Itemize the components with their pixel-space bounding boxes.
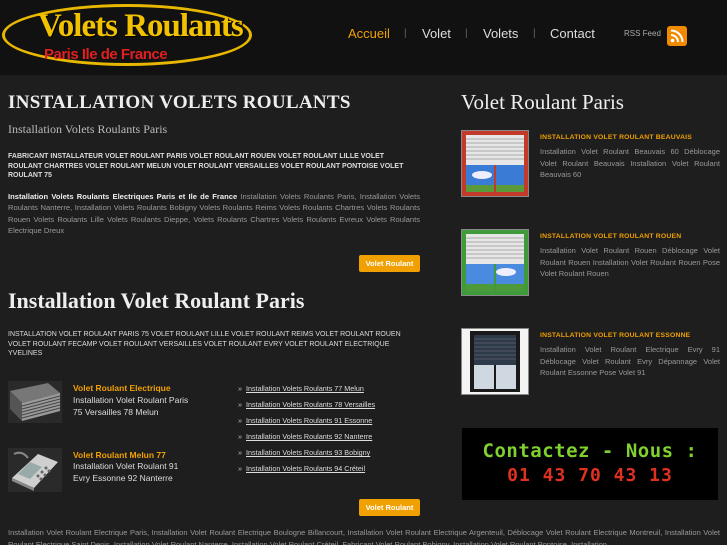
volet-roulant-button[interactable]: Volet Roulant (359, 499, 420, 516)
contact-banner[interactable]: Contactez - Nous : 01 43 70 43 13 (462, 428, 718, 500)
sidebar-item-essonne[interactable]: INSTALLATION VOLET ROULANT ESSONNE Insta… (461, 328, 721, 398)
site-header: Volets Roulants Paris Ile de France Accu… (0, 0, 727, 75)
page-title: INSTALLATION VOLETS ROULANTS (8, 92, 351, 113)
remote-control-image (8, 448, 62, 492)
link-text[interactable]: Installation Volets Roulants 94 Créteil (246, 464, 365, 473)
sidebar-title: Volet Roulant Paris (461, 90, 624, 114)
link-item[interactable]: » Installation Volets Roulants 78 Versail… (238, 400, 375, 409)
link-text[interactable]: Installation Volets Roulants 78 Versaill… (246, 400, 375, 409)
link-text[interactable]: Installation Volets Roulants 92 Nanterre (246, 432, 372, 441)
intro-bold: Installation Volets Roulants Electriques… (8, 192, 238, 201)
link-item[interactable]: » Installation Volets Roulants 91 Essonne (238, 416, 372, 425)
nav-volets[interactable]: Volets (483, 26, 518, 41)
nav-separator: | (404, 28, 407, 39)
sidebar-item-heading[interactable]: INSTALLATION VOLET ROULANT ROUEN (540, 233, 681, 240)
rss-icon[interactable] (667, 26, 687, 46)
contact-phone[interactable]: 01 43 70 43 13 (462, 465, 718, 486)
beauvais-thumbnail[interactable] (461, 130, 529, 197)
bullet-icon: » (238, 416, 242, 425)
sidebar-item-text: Installation Volet Roulant Electrique Ev… (540, 345, 720, 377)
product-title[interactable]: Volet Roulant Melun 77 (73, 450, 166, 460)
link-text[interactable]: Installation Volets Roulants 93 Bobigny (246, 448, 370, 457)
link-text[interactable]: Installation Volets Roulants 77 Melun (246, 384, 364, 393)
product-line: Installation Volet Roulant Paris (73, 395, 189, 405)
product-line: Installation Volet Roulant 91 (73, 461, 179, 471)
sidebar-item-rouen[interactable]: INSTALLATION VOLET ROULANT ROUEN Install… (461, 229, 721, 299)
link-item[interactable]: » Installation Volets Roulants 94 Créteil (238, 464, 365, 473)
sidebar-item-heading[interactable]: INSTALLATION VOLET ROULANT ESSONNE (540, 332, 690, 339)
bullet-icon: » (238, 432, 242, 441)
keywords-block: FABRICANT INSTALLATEUR VOLET ROULANT PAR… (8, 153, 404, 179)
link-item[interactable]: » Installation Volets Roulants 77 Melun (238, 384, 364, 393)
section-keywords: INSTALLATION VOLET ROULANT PARIS 75 VOLE… (8, 331, 401, 357)
link-text[interactable]: Installation Volets Roulants 91 Essonne (246, 416, 372, 425)
nav-separator: | (465, 28, 468, 39)
contact-label: Contactez - Nous : (482, 440, 698, 462)
intro-paragraph: Installation Volets Roulants Electriques… (8, 191, 420, 236)
nav-volet[interactable]: Volet (422, 26, 451, 41)
footer-text: Installation Volet Roulant Electrique Pa… (8, 528, 720, 545)
sidebar-item-heading[interactable]: INSTALLATION VOLET ROULANT BEAUVAIS (540, 134, 692, 141)
rouen-thumbnail[interactable] (461, 229, 529, 296)
bullet-icon: » (238, 384, 242, 393)
rss-feed-link[interactable]: RSS Feed (624, 29, 661, 38)
product-line: Evry Essonne 92 Nanterre (73, 473, 173, 483)
product-line: 75 Versailles 78 Melun (73, 407, 159, 417)
sidebar-item-beauvais[interactable]: INSTALLATION VOLET ROULANT BEAUVAIS Inst… (461, 130, 721, 200)
link-item[interactable]: » Installation Volets Roulants 92 Nanterr… (238, 432, 372, 441)
nav-contact[interactable]: Contact (550, 26, 595, 41)
section-title: Installation Volet Roulant Paris (8, 288, 305, 313)
product-title[interactable]: Volet Roulant Electrique (73, 383, 171, 393)
nav-separator: | (533, 28, 536, 39)
site-logo[interactable]: Volets Roulants Paris Ile de France (2, 4, 252, 66)
bullet-icon: » (238, 464, 242, 473)
sidebar-item-text: Installation Volet Roulant Beauvais 60 D… (540, 147, 720, 179)
sidebar-item-text: Installation Volet Roulant Rouen Débloca… (540, 246, 720, 278)
bullet-icon: » (238, 448, 242, 457)
bullet-icon: » (238, 400, 242, 409)
link-item[interactable]: » Installation Volets Roulants 93 Bobigny (238, 448, 370, 457)
logo-subtitle: Paris Ile de France (44, 46, 168, 63)
volet-electrique-image (8, 381, 62, 423)
logo-title: Volets Roulants (38, 8, 244, 44)
essonne-thumbnail[interactable] (461, 328, 529, 395)
volet-roulant-button[interactable]: Volet Roulant (359, 255, 420, 272)
nav-accueil[interactable]: Accueil (348, 26, 390, 41)
page-subtitle: Installation Volets Roulants Paris (8, 122, 168, 136)
